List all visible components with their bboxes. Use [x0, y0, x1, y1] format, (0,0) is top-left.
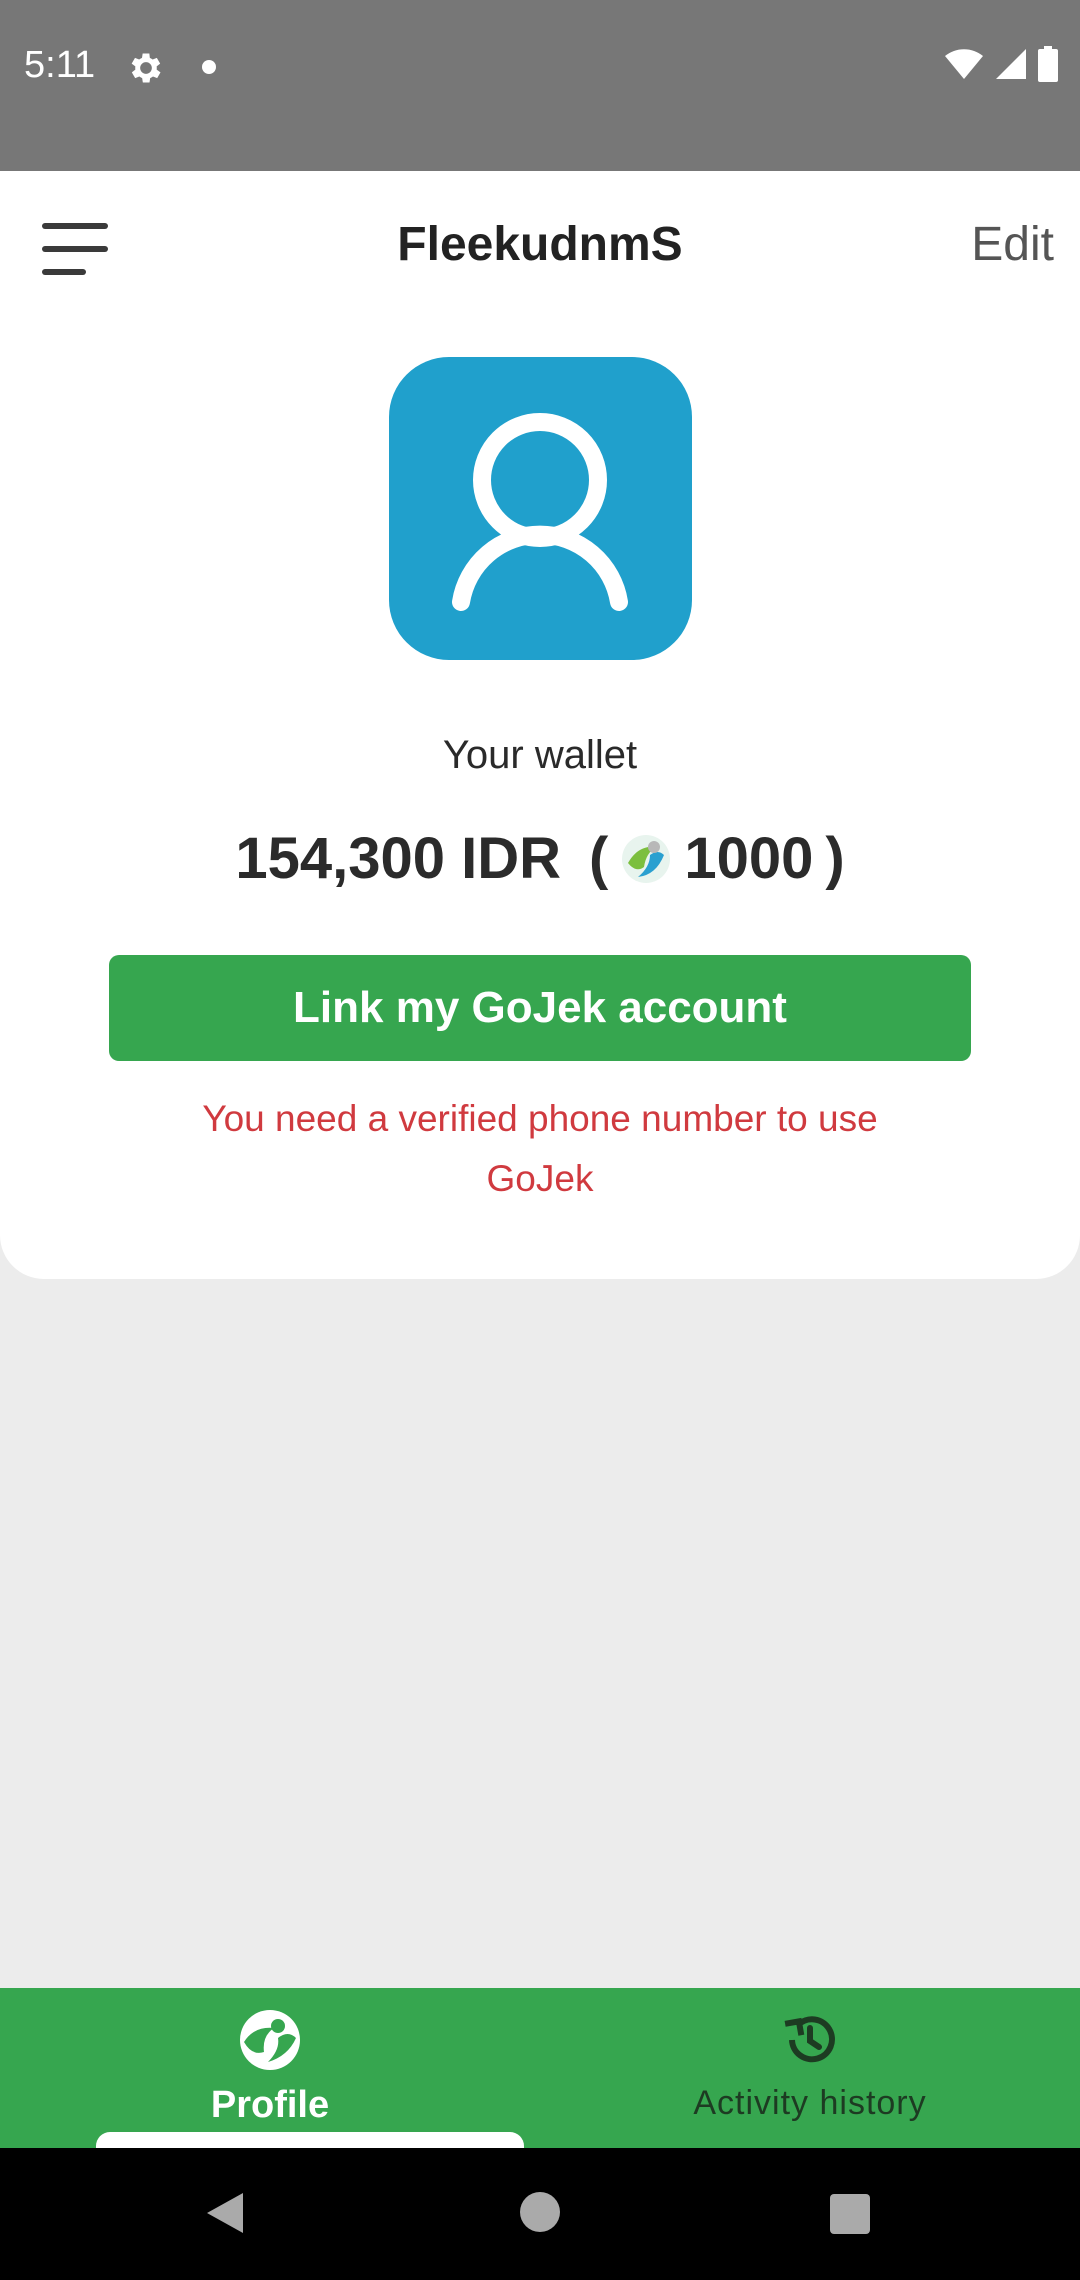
status-time: 5:11: [24, 44, 96, 86]
warning-message: You need a verified phone number to use …: [202, 1098, 878, 1199]
tab-activity-label: Activity history: [693, 2084, 927, 2122]
tab-profile[interactable]: Profile: [0, 1988, 540, 2148]
settings-icon: [131, 53, 161, 83]
system-nav-bar: [0, 2148, 1080, 2280]
paren-open: (: [588, 826, 609, 891]
balance-idr: 154,300 IDR: [235, 826, 561, 891]
paren-close: ): [825, 826, 845, 891]
battery-icon: [1038, 46, 1058, 82]
wallet-balance: 154,300 IDR ( 1000 ): [0, 825, 1080, 892]
profile-leaf-icon: [240, 2010, 300, 2070]
bottom-nav: Profile Activity history: [0, 1988, 1080, 2148]
tab-activity-history[interactable]: Activity history: [540, 1988, 1080, 2148]
back-icon[interactable]: [205, 2191, 245, 2235]
signal-icon: [996, 49, 1026, 79]
user-avatar-icon: [452, 413, 628, 611]
link-gojek-button[interactable]: Link my GoJek account: [109, 955, 971, 1061]
status-bar: 5:11: [0, 0, 1080, 171]
page-title: FleekudnmS: [397, 218, 683, 271]
notification-dot-icon: [202, 60, 216, 74]
edit-button[interactable]: Edit: [971, 217, 1054, 272]
home-icon[interactable]: [520, 2192, 560, 2232]
profile-card: FleekudnmS Edit Your wallet 154,300 IDR …: [0, 171, 1080, 1279]
avatar[interactable]: [389, 357, 692, 660]
coin-icon: [622, 834, 671, 883]
history-icon: [784, 2016, 835, 2063]
wallet-label: Your wallet: [442, 733, 638, 777]
wifi-icon: [945, 49, 983, 79]
coin-amount: 1000: [684, 826, 814, 891]
tab-profile-label: Profile: [210, 2084, 330, 2126]
recents-icon[interactable]: [830, 2194, 870, 2234]
status-icons: [944, 46, 1058, 82]
